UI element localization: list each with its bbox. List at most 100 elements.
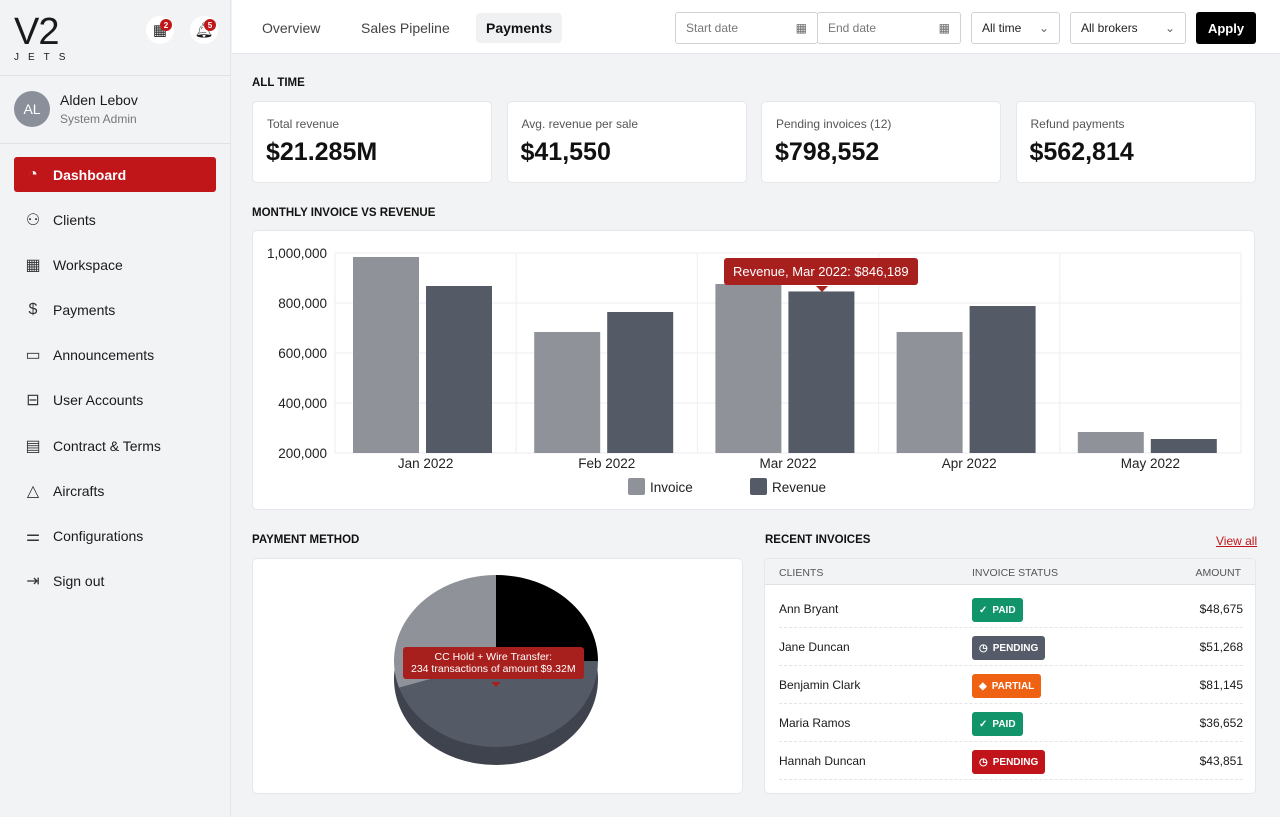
- client-name: Benjamin Clark: [779, 678, 861, 692]
- kpi-value: $41,550: [520, 138, 611, 166]
- table-row[interactable]: Benjamin Clark ◆ PARTIAL $81,145: [779, 666, 1243, 704]
- start-date-input[interactable]: Start date ▦: [675, 12, 818, 44]
- table-row[interactable]: Ann Bryant ✓ PAID $48,675: [779, 590, 1243, 628]
- briefcase-icon: ⊟: [26, 392, 40, 410]
- chat-icon: ▭: [25, 347, 41, 365]
- apply-button[interactable]: Apply: [1196, 12, 1256, 44]
- section-title: ALL TIME: [252, 77, 305, 89]
- bar-invoice[interactable]: [353, 257, 419, 453]
- legend-label[interactable]: Revenue: [772, 480, 826, 495]
- user-name: Alden Lebov: [60, 92, 138, 108]
- column-header: AMOUNT: [1195, 567, 1242, 579]
- document-icon: ▤: [25, 437, 41, 455]
- start-date-placeholder: Start date: [686, 21, 739, 35]
- bar-revenue[interactable]: [426, 286, 492, 453]
- client-name: Jane Duncan: [779, 640, 850, 654]
- sidebar-item-workspace[interactable]: ▦ Workspace: [14, 247, 216, 282]
- bar-invoice[interactable]: [1077, 432, 1144, 453]
- dollar-icon: $: [28, 301, 38, 319]
- legend-swatch: [628, 478, 645, 495]
- table-row[interactable]: Maria Ramos ✓ PAID $36,652: [779, 704, 1243, 742]
- status-label: PENDING: [992, 642, 1039, 654]
- column-header: INVOICE STATUS: [972, 567, 1058, 579]
- sidebar-item-clients[interactable]: ⚇ Clients: [14, 202, 216, 237]
- status-icon: ◆: [979, 680, 987, 692]
- bar-revenue[interactable]: [607, 312, 674, 453]
- status-badge: ✓ PAID: [972, 598, 1023, 622]
- status-label: PAID: [992, 718, 1016, 730]
- sidebar-item-label: Contract & Terms: [53, 437, 161, 454]
- status-badge: ◷ PENDING: [972, 750, 1046, 774]
- sidebar-item-aircrafts[interactable]: △ Aircrafts: [14, 473, 216, 508]
- table-row[interactable]: Jane Duncan ◷ PENDING $51,268: [779, 628, 1243, 666]
- section-title: RECENT INVOICES: [765, 534, 871, 546]
- kpi-value: $562,814: [1029, 138, 1134, 166]
- bar-revenue[interactable]: [1150, 439, 1217, 453]
- bar-revenue[interactable]: [788, 291, 855, 453]
- y-tick-label: 1,000,000: [267, 246, 327, 261]
- sidebar-item-sign-out[interactable]: ⇥ Sign out: [14, 564, 216, 599]
- brokers-select[interactable]: All brokers ⌄: [1070, 12, 1186, 44]
- kpi-card: Avg. revenue per sale $41,550: [506, 101, 747, 183]
- bar-invoice[interactable]: [534, 332, 601, 453]
- notifications-button[interactable]: 🔔︎ 5: [190, 16, 218, 44]
- tab-payments[interactable]: Payments: [476, 13, 563, 43]
- pie-tooltip-title: CC Hold + Wire Transfer:: [434, 651, 553, 663]
- kpi-card: Pending invoices (12) $798,552: [761, 101, 1001, 183]
- warning-triangle-icon: △: [26, 482, 40, 500]
- x-tick-label: Jan 2022: [398, 456, 454, 471]
- end-date-input[interactable]: End date ▦: [817, 12, 961, 44]
- bar-revenue[interactable]: [969, 306, 1036, 453]
- recent-invoices-table: CLIENTS INVOICE STATUS AMOUNT Ann Bryant…: [764, 558, 1256, 794]
- sidebar-item-user-accounts[interactable]: ⊟ User Accounts: [14, 383, 216, 418]
- period-select[interactable]: All time ⌄: [971, 12, 1060, 44]
- bar-invoice[interactable]: [896, 332, 963, 453]
- calendar-icon: ▦: [938, 21, 950, 35]
- legend-swatch: [750, 478, 767, 495]
- pie-tooltip: CC Hold + Wire Transfer: 234 transaction…: [403, 647, 584, 679]
- chevron-down-icon: ⌄: [1164, 21, 1175, 35]
- tab-overview[interactable]: Overview: [252, 13, 330, 43]
- sidebar: V2 JETS ▦ 2 🔔︎ 5 AL Alden Lebov System Admi…: [0, 0, 231, 817]
- divider: [0, 75, 231, 76]
- sidebar-nav: ◔ Dashboard ⚇ Clients ▦ Workspace $ Payments ▭ An…: [14, 157, 216, 609]
- view-all-link[interactable]: View all: [1216, 534, 1257, 548]
- legend-label[interactable]: Invoice: [650, 480, 693, 495]
- sidebar-item-label: Payments: [53, 302, 116, 319]
- calendar-icon: ▦: [25, 256, 41, 274]
- table-row[interactable]: Hannah Duncan ◷ PENDING $43,851: [779, 742, 1243, 780]
- period-value: All time: [982, 21, 1022, 35]
- sidebar-item-announcements[interactable]: ▭ Announcements: [14, 338, 216, 373]
- sidebar-item-payments[interactable]: $ Payments: [14, 293, 216, 328]
- pie-chart-icon: ◔: [28, 165, 38, 183]
- kpi-value: $21.285M: [266, 138, 378, 166]
- status-label: PENDING: [992, 756, 1039, 768]
- bar-invoice[interactable]: [715, 284, 782, 453]
- sidebar-item-configurations[interactable]: ⚌ Configurations: [14, 519, 216, 554]
- sidebar-item-label: Clients: [53, 211, 96, 228]
- bar-chart-card: 1,000,000 800,000 600,000 400,000 200,000 Jan…: [252, 230, 1255, 510]
- sidebar-item-dashboard[interactable]: ◔ Dashboard: [14, 157, 216, 192]
- status-icon: ◷: [979, 642, 988, 654]
- calendar-button[interactable]: ▦ 2: [146, 16, 174, 44]
- brokers-value: All brokers: [1081, 21, 1138, 35]
- tab-sales-pipeline[interactable]: Sales Pipeline: [351, 13, 460, 43]
- logo-sub: JETS: [14, 52, 75, 63]
- x-tick-label: Apr 2022: [942, 456, 997, 471]
- kpi-label: Refund payments: [1030, 117, 1125, 131]
- kpi-value: $798,552: [775, 138, 880, 166]
- amount: $48,675: [1199, 602, 1243, 616]
- calendar-icon: ▦: [795, 21, 807, 35]
- user-profile[interactable]: AL Alden Lebov System Admin: [14, 91, 138, 127]
- logo[interactable]: V2 JETS: [14, 13, 75, 63]
- sign-out-icon: ⇥: [26, 573, 40, 591]
- section-title: MONTHLY INVOICE VS REVENUE: [252, 207, 436, 219]
- amount: $43,851: [1199, 754, 1243, 768]
- sidebar-item-contract-terms[interactable]: ▤ Contract & Terms: [14, 428, 216, 463]
- sidebar-item-label: User Accounts: [53, 392, 144, 409]
- status-badge: ◷ PENDING: [972, 636, 1046, 660]
- kpi-card: Total revenue $21.285M: [252, 101, 492, 183]
- status-label: PARTIAL: [991, 680, 1035, 692]
- y-tick-label: 800,000: [278, 296, 327, 311]
- user-role: System Admin: [60, 112, 137, 126]
